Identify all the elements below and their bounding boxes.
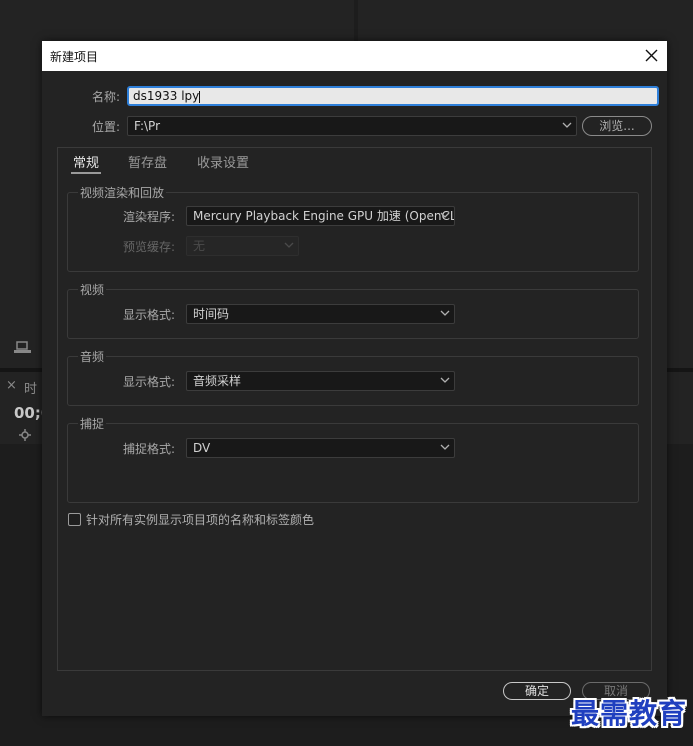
section-render-title: 视频渲染和回放 <box>78 184 167 201</box>
renderer-select[interactable]: Mercury Playback Engine GPU 加速 (OpenCL) <box>186 206 455 226</box>
section-render-playback: 视频渲染和回放 渲染程序: Mercury Playback Engine GP… <box>67 184 639 272</box>
section-video-title: 视频 <box>78 281 107 298</box>
video-format-label: 显示格式: <box>123 308 176 322</box>
section-audio: 音频 显示格式: 音频采样 <box>67 348 639 406</box>
audio-format-label: 显示格式: <box>123 375 176 389</box>
chevron-down-icon <box>440 310 450 316</box>
new-project-dialog: 新建项目 名称: ds1933 lpy 位置: F:\Pr 浏览... 常规 暂… <box>42 41 667 716</box>
tab-scratch-disks[interactable]: 暂存盘 <box>128 152 167 171</box>
renderer-label: 渲染程序: <box>123 210 176 224</box>
text-cursor <box>199 90 201 103</box>
location-select[interactable]: F:\Pr <box>127 116 577 136</box>
show-label-color-checkbox[interactable] <box>68 513 81 526</box>
tab-general[interactable]: 常规 <box>73 152 99 171</box>
chevron-down-icon <box>284 242 294 248</box>
chevron-down-icon <box>440 444 450 450</box>
tab-ingest-settings[interactable]: 收录设置 <box>197 152 249 171</box>
audio-format-select[interactable]: 音频采样 <box>186 371 455 391</box>
show-label-color-label: 针对所有实例显示项目项的名称和标签颜色 <box>86 513 315 527</box>
close-icon <box>645 49 658 62</box>
dialog-title: 新建项目 <box>50 50 99 64</box>
ok-button[interactable]: 确定 <box>503 682 571 700</box>
audio-format-value: 音频采样 <box>193 374 242 388</box>
chevron-down-icon <box>440 377 450 383</box>
preview-cache-value: 无 <box>193 239 206 253</box>
name-label: 名称: <box>92 90 121 104</box>
location-value: F:\Pr <box>134 119 161 133</box>
section-video: 视频 显示格式: 时间码 <box>67 281 639 339</box>
preview-cache-select: 无 <box>186 236 299 256</box>
browse-button[interactable]: 浏览... <box>582 116 652 136</box>
project-name-input[interactable]: ds1933 lpy <box>127 86 659 106</box>
bg-export-frame-icon <box>13 340 33 359</box>
close-button[interactable] <box>635 41 667 71</box>
capture-format-select[interactable]: DV <box>186 438 455 458</box>
capture-format-label: 捕捉格式: <box>123 442 176 456</box>
tabs-panel: 常规 暂存盘 收录设置 视频渲染和回放 渲染程序: Mercury Playba… <box>57 147 652 671</box>
section-capture: 捕捉 捕捉格式: DV <box>67 415 639 503</box>
bg-tab-close[interactable]: × <box>6 378 17 393</box>
section-audio-title: 音频 <box>78 348 107 365</box>
active-tab-indicator <box>71 172 101 174</box>
video-format-select[interactable]: 时间码 <box>186 304 455 324</box>
section-capture-title: 捕捉 <box>78 415 107 432</box>
bg-tab-label: 时 <box>24 382 38 397</box>
preview-cache-label: 预览缓存: <box>123 240 176 254</box>
location-label: 位置: <box>92 120 121 134</box>
chevron-down-icon <box>562 122 572 128</box>
watermark-logo: 最需教育 <box>570 697 687 730</box>
video-format-value: 时间码 <box>193 307 230 321</box>
dialog-titlebar: 新建项目 <box>42 41 667 71</box>
chevron-down-icon <box>440 212 450 218</box>
capture-format-value: DV <box>193 441 211 455</box>
renderer-value: Mercury Playback Engine GPU 加速 (OpenCL) <box>193 209 455 223</box>
bg-settings-icon <box>18 427 32 446</box>
project-name-value: ds1933 lpy <box>133 89 200 103</box>
